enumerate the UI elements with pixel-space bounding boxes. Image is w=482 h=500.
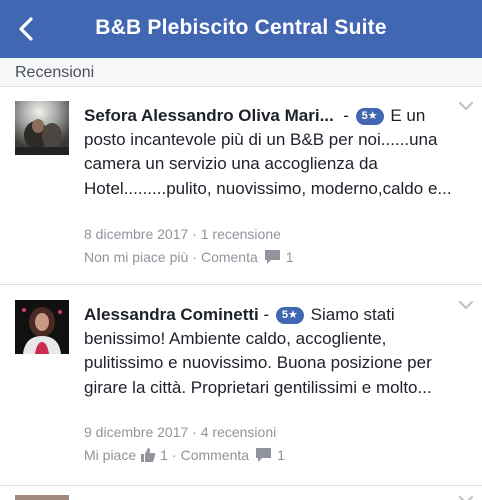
rating-badge: 5★ — [355, 108, 384, 125]
review-date: 9 dicembre 2017 · 4 recensioni — [84, 424, 277, 440]
review-actions: Non mi piace più · Comenta 1 — [84, 249, 294, 265]
review-item: Alessandra Cominetti - 5★ Siamo stati be… — [0, 285, 482, 485]
review-menu-button[interactable] — [458, 300, 474, 310]
thumbs-up-icon — [140, 447, 156, 463]
separator: · — [192, 249, 197, 265]
comment-count: 1 — [277, 447, 285, 463]
avatar[interactable] — [15, 101, 69, 155]
top-bar: B&B Plebiscito Central Suite — [0, 0, 482, 58]
chevron-down-icon — [458, 495, 474, 500]
review-dash: - — [343, 106, 349, 125]
comment-button[interactable]: Comenta — [201, 249, 258, 265]
like-count: 1 — [160, 447, 168, 463]
comment-icon — [264, 249, 281, 265]
comment-icon — [255, 447, 272, 463]
section-header: Recensioni — [0, 58, 482, 87]
review-actions: Mi piace 1 · Commenta 1 — [84, 447, 285, 463]
review-item — [0, 486, 482, 500]
avatar[interactable] — [15, 300, 69, 354]
review-dash: - — [263, 305, 270, 324]
comment-count: 1 — [285, 249, 294, 265]
rating-badge: 5★ — [275, 307, 304, 324]
like-button[interactable]: Non mi piace più — [84, 249, 188, 265]
review-text: Alessandra Cominetti - 5★ Siamo stati be… — [84, 303, 454, 400]
review-date: 8 dicembre 2017 · 1 recensione — [84, 226, 281, 242]
page-title: B&B Plebiscito Central Suite — [95, 16, 387, 39]
comment-button[interactable]: Commenta — [181, 447, 249, 463]
separator: · — [171, 447, 177, 463]
avatar[interactable] — [15, 495, 69, 500]
chevron-down-icon — [458, 300, 474, 310]
section-title: Recensioni — [15, 64, 95, 81]
review-author[interactable]: Sefora Alessandro Oliva Mari... — [84, 106, 334, 125]
review-menu-button[interactable] — [458, 495, 474, 500]
review-menu-button[interactable] — [458, 101, 474, 111]
review-text: Sefora Alessandro Oliva Mari... - 5★ E u… — [84, 104, 454, 201]
review-item: Sefora Alessandro Oliva Mari... - 5★ E u… — [0, 88, 482, 284]
like-button[interactable]: Mi piace — [84, 447, 136, 463]
review-author[interactable]: Alessandra Cominetti — [84, 305, 259, 324]
chevron-down-icon — [458, 101, 474, 111]
